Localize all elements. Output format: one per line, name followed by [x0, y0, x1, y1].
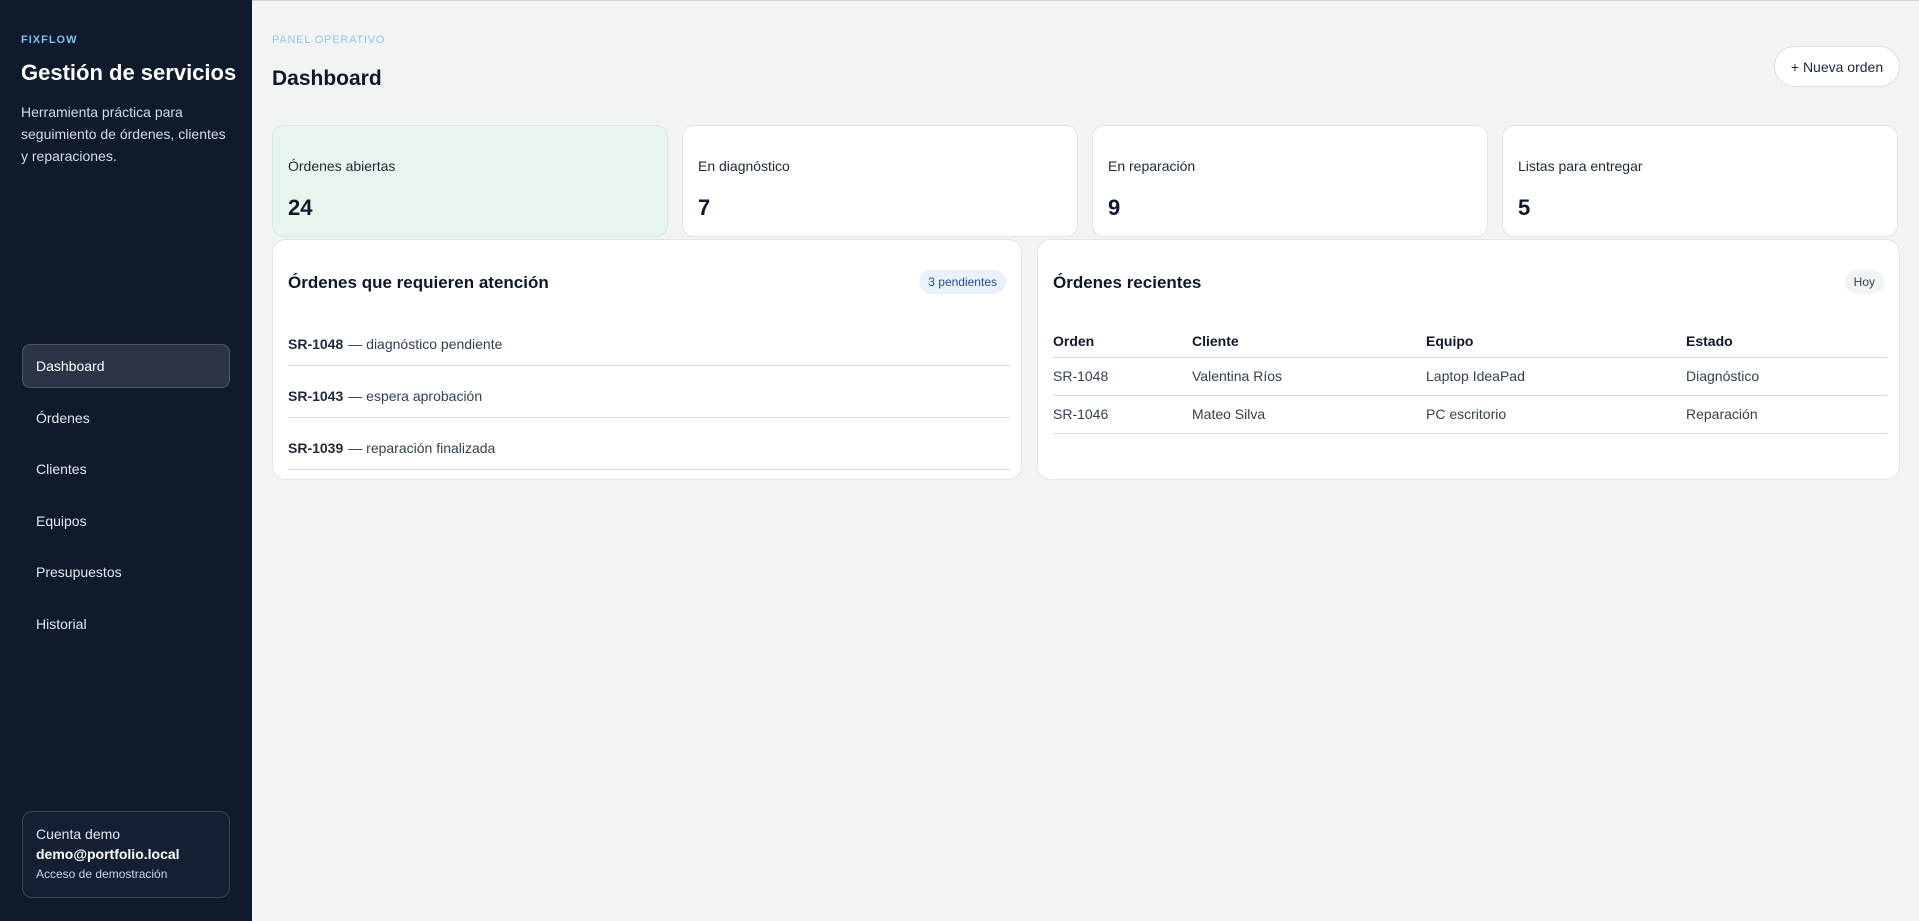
stat-label: En reparación — [1108, 158, 1196, 174]
table-row[interactable]: SR-1046 Mateo Silva PC escritorio Repara… — [1053, 395, 1887, 434]
stat-label: Listas para entregar — [1518, 158, 1643, 174]
attention-panel: Órdenes que requieren atención 3 pendien… — [272, 239, 1022, 480]
recent-title: Órdenes recientes — [1053, 273, 1202, 292]
stat-card-ready: Listas para entregar 5 — [1502, 125, 1898, 237]
cell-equipo: PC escritorio — [1426, 395, 1686, 434]
cell-equipo: Laptop IdeaPad — [1426, 357, 1686, 396]
stat-card-repair: En reparación 9 — [1092, 125, 1488, 237]
attention-title: Órdenes que requieren atención — [288, 273, 549, 292]
new-order-button[interactable]: + Nueva orden — [1774, 46, 1900, 87]
sidebar-item-dashboard[interactable]: Dashboard — [22, 344, 230, 388]
today-badge: Hoy — [1844, 270, 1884, 294]
recent-orders-panel: Órdenes recientes Hoy Orden Cliente Equi… — [1037, 239, 1900, 480]
stat-value: 5 — [1518, 195, 1531, 220]
stat-label: En diagnóstico — [698, 158, 790, 174]
attention-list: SR-1048 — diagnóstico pendiente SR-1043 … — [288, 314, 1010, 470]
page-kicker: PANEL OPERATIVO — [272, 34, 386, 46]
stat-card-open: Órdenes abiertas 24 — [272, 125, 668, 237]
recent-orders-table: Orden Cliente Equipo Estado SR-1048 Vale… — [1053, 326, 1887, 434]
list-item[interactable]: SR-1039 — reparación finalizada — [288, 418, 1010, 470]
cell-orden: SR-1048 — [1053, 357, 1192, 396]
column-header-equipo: Equipo — [1426, 326, 1686, 358]
column-header-cliente: Cliente — [1192, 326, 1426, 358]
table-header-row: Orden Cliente Equipo Estado — [1053, 326, 1887, 358]
account-note: Acceso de demostración — [36, 867, 168, 881]
sidebar: FIXFLOW Gestión de servicios Herramienta… — [0, 0, 252, 921]
main-content: PANEL OPERATIVO Dashboard + Nueva orden … — [252, 0, 1919, 921]
column-header-estado: Estado — [1686, 326, 1887, 358]
sidebar-item-clientes[interactable]: Clientes — [22, 447, 230, 491]
pending-badge: 3 pendientes — [919, 270, 1006, 294]
list-item[interactable]: SR-1043 — espera aprobación — [288, 366, 1010, 418]
cell-cliente: Mateo Silva — [1192, 395, 1426, 434]
order-code: SR-1048 — [288, 335, 344, 352]
sidebar-item-presupuestos[interactable]: Presupuestos — [22, 550, 230, 594]
stat-value: 7 — [698, 195, 711, 220]
brand-title: Gestión de servicios — [21, 60, 237, 85]
sidebar-item-equipos[interactable]: Equipos — [22, 499, 230, 543]
order-note: — reparación finalizada — [348, 439, 496, 456]
cell-orden: SR-1046 — [1053, 395, 1192, 434]
sidebar-item-ordenes[interactable]: Órdenes — [22, 396, 230, 440]
stat-value: 9 — [1108, 195, 1121, 220]
order-code: SR-1039 — [288, 439, 344, 456]
stats-row: Órdenes abiertas 24 En diagnóstico 7 En … — [272, 125, 1898, 237]
table-row[interactable]: SR-1048 Valentina Ríos Laptop IdeaPad Di… — [1053, 357, 1887, 396]
account-label: Cuenta demo — [36, 826, 121, 842]
stat-card-diagnosis: En diagnóstico 7 — [682, 125, 1078, 237]
stat-label: Órdenes abiertas — [288, 158, 396, 174]
sidebar-item-historial[interactable]: Historial — [22, 602, 230, 646]
page-title: Dashboard — [272, 67, 382, 90]
order-note: — espera aprobación — [348, 387, 483, 404]
account-card[interactable]: Cuenta demo demo@portfolio.local Acceso … — [22, 811, 230, 898]
brand-description: Herramienta práctica para seguimiento de… — [21, 104, 226, 164]
cell-cliente: Valentina Ríos — [1192, 357, 1426, 396]
stat-value: 24 — [288, 195, 313, 220]
account-email: demo@portfolio.local — [36, 846, 180, 862]
list-item[interactable]: SR-1048 — diagnóstico pendiente — [288, 314, 1010, 366]
order-note: — diagnóstico pendiente — [348, 335, 503, 352]
brand-kicker: FIXFLOW — [21, 34, 78, 46]
cell-estado: Diagnóstico — [1686, 357, 1887, 396]
order-code: SR-1043 — [288, 387, 344, 404]
sidebar-nav: Dashboard Órdenes Clientes Equipos Presu… — [22, 344, 230, 653]
cell-estado: Reparación — [1686, 395, 1887, 434]
column-header-orden: Orden — [1053, 326, 1192, 358]
